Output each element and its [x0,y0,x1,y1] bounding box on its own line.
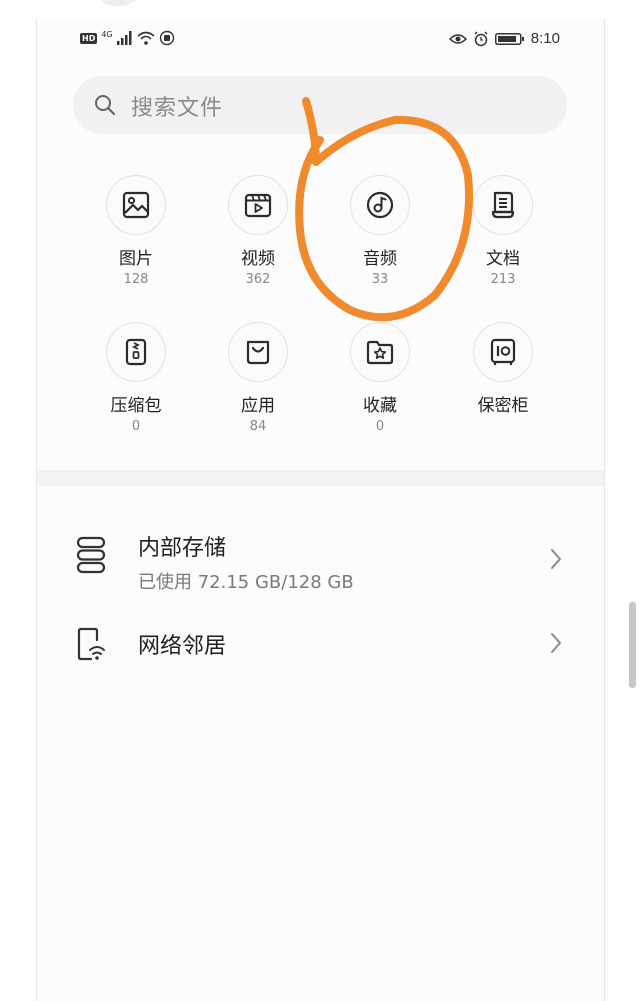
category-count: 84 [249,419,267,434]
internal-storage-title: 内部存储 [138,536,227,561]
category-images[interactable]: 图片 128 [86,175,186,288]
category-count: 213 [490,272,516,287]
category-archives[interactable]: 压缩包 0 [86,322,186,435]
chevron-right-icon [551,549,561,569]
network-neighborhood-title: 网络邻居 [138,634,227,659]
chevron-right-icon [551,633,561,653]
network-type: 4G [101,29,113,39]
category-audio[interactable]: 音频 33 [330,175,430,288]
section-divider [37,470,604,486]
search-placeholder: 搜索文件 [131,96,224,121]
status-left: HD 4G [80,30,175,46]
category-count: 33 [371,272,389,287]
app-bag-icon [246,340,270,365]
file-manager-screen: HD 4G 8:10 搜索文件 图片 128 视频 362 音频 33 文档 2… [37,18,604,1001]
category-label: 图片 [119,249,153,269]
image-icon [122,191,150,219]
category-label: 音频 [363,249,397,269]
category-icon-wrap [473,322,533,382]
network-neighborhood-row[interactable]: 网络邻居 [37,614,604,674]
category-count: 0 [375,419,385,434]
category-documents[interactable]: 文档 213 [453,175,553,288]
document-icon [491,191,515,219]
category-label: 保密柜 [477,396,529,416]
internal-storage-row[interactable]: 内部存储 已使用 72.15 GB/128 GB [37,506,604,606]
archive-icon [125,338,147,366]
search-bar[interactable]: 搜索文件 [73,76,567,134]
notification-icon [159,30,174,46]
category-count: 0 [131,419,141,434]
safe-icon [490,338,516,365]
category-count: 362 [245,272,271,287]
category-apps[interactable]: 应用 84 [208,322,308,435]
category-icon-wrap [473,175,533,235]
category-label: 应用 [241,396,275,416]
wifi-icon [137,31,155,45]
category-favorites[interactable]: 收藏 0 [330,322,430,435]
category-safe[interactable]: 保密柜 [453,322,553,419]
search-icon [95,95,116,116]
category-icon-wrap [106,175,166,235]
category-label: 文档 [486,249,520,269]
music-icon [366,191,394,219]
battery-icon [494,32,524,45]
scrollbar[interactable] [629,602,636,688]
eye-icon [448,33,467,44]
category-videos[interactable]: 视频 362 [208,175,308,288]
internal-storage-usage: 已使用 72.15 GB/128 GB [138,572,354,593]
network-device-icon [77,627,105,661]
category-icon-wrap [106,322,166,382]
category-icon-wrap [350,175,410,235]
device-notch [92,0,144,6]
status-bar: HD 4G 8:10 [37,18,604,62]
category-icon-wrap [350,322,410,382]
status-right: 8:10 [448,30,560,47]
clock: 8:10 [530,30,560,47]
signal-icon [116,31,132,45]
category-label: 视频 [241,249,275,269]
hd-icon: HD [80,32,98,44]
alarm-icon [474,30,488,46]
device-frame-right [604,18,605,1001]
category-count: 128 [123,272,149,287]
category-label: 压缩包 [110,396,162,416]
storage-icon [76,536,106,574]
category-label: 收藏 [363,396,397,416]
video-icon [244,193,272,218]
favorites-icon [366,340,394,365]
category-icon-wrap [228,175,288,235]
category-icon-wrap [228,322,288,382]
